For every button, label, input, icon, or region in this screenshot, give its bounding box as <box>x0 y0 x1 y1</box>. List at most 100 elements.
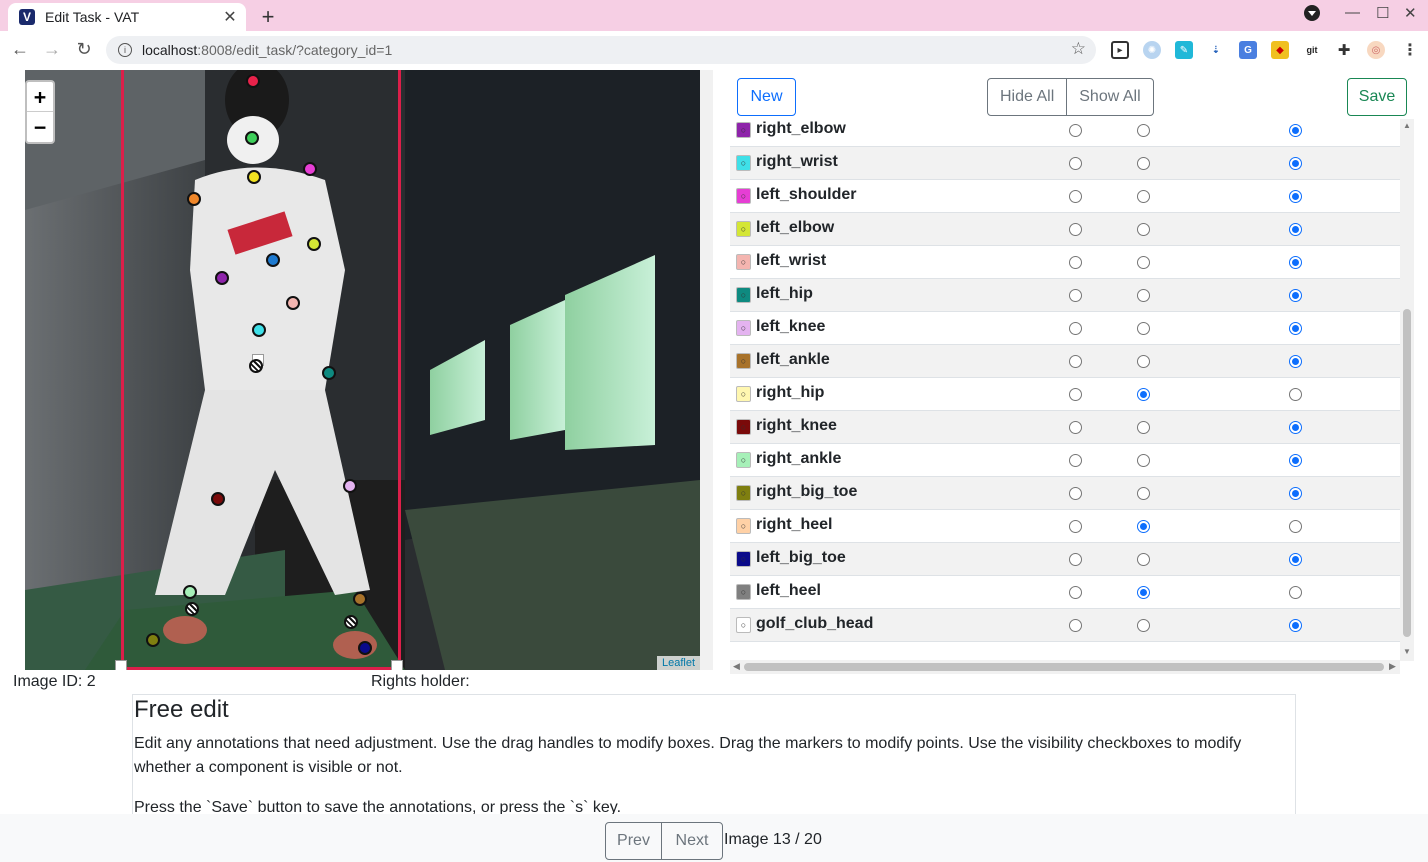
show-all-button[interactable]: Show All <box>1067 79 1152 115</box>
keypoint-left-hip[interactable] <box>322 366 336 380</box>
visibility-radio-visible[interactable] <box>1289 190 1302 203</box>
visibility-radio-visible[interactable] <box>1289 454 1302 467</box>
visibility-radio-not-labeled[interactable] <box>1069 421 1082 434</box>
keypoint-left-ankle[interactable] <box>353 592 367 606</box>
visibility-radio-occluded[interactable] <box>1137 190 1150 203</box>
visibility-radio-visible[interactable] <box>1289 256 1302 269</box>
zoom-in-button[interactable]: + <box>27 82 53 112</box>
scroll-down-arrow-icon[interactable]: ▼ <box>1403 647 1411 656</box>
visibility-radio-not-labeled[interactable] <box>1069 124 1082 137</box>
back-icon[interactable]: ← <box>9 39 31 60</box>
reload-icon[interactable]: ↻ <box>73 39 95 60</box>
visibility-radio-occluded[interactable] <box>1137 256 1150 269</box>
visibility-radio-occluded[interactable] <box>1137 586 1150 599</box>
visibility-radio-not-labeled[interactable] <box>1069 157 1082 170</box>
visibility-radio-occluded[interactable] <box>1137 223 1150 236</box>
visibility-radio-occluded[interactable] <box>1137 421 1150 434</box>
scrollbar-thumb[interactable] <box>744 663 1384 671</box>
visibility-radio-not-labeled[interactable] <box>1069 223 1082 236</box>
visibility-radio-occluded[interactable] <box>1137 289 1150 302</box>
visibility-radio-occluded[interactable] <box>1137 454 1150 467</box>
map-scrollbar[interactable] <box>700 70 713 670</box>
bookmark-star-icon[interactable]: ☆ <box>1071 39 1086 59</box>
bbox-resize-handle[interactable] <box>391 660 403 670</box>
visibility-radio-not-labeled[interactable] <box>1069 520 1082 533</box>
keypoint-right-elbow[interactable] <box>215 271 229 285</box>
visibility-radio-occluded[interactable] <box>1137 355 1150 368</box>
visibility-radio-visible[interactable] <box>1289 223 1302 236</box>
prev-button[interactable]: Prev <box>606 823 662 859</box>
annotation-map[interactable]: + − Leaflet <box>25 70 700 670</box>
visibility-radio-visible[interactable] <box>1289 553 1302 566</box>
visibility-radio-not-labeled[interactable] <box>1069 619 1082 632</box>
keypoint-right-ankle[interactable] <box>183 585 197 599</box>
keypoint-right-shoulder[interactable] <box>247 170 261 184</box>
keypoint-left-heel[interactable] <box>344 615 358 629</box>
visibility-radio-visible[interactable] <box>1289 124 1302 137</box>
table-vertical-scrollbar[interactable]: ▲ ▼ <box>1400 119 1414 661</box>
extension-shield-icon[interactable]: ◆ <box>1271 41 1289 59</box>
visibility-radio-visible[interactable] <box>1289 586 1302 599</box>
browser-tab[interactable]: V Edit Task - VAT ✕ <box>8 3 246 31</box>
visibility-radio-not-labeled[interactable] <box>1069 553 1082 566</box>
keypoint-left-knee[interactable] <box>343 479 357 493</box>
visibility-radio-visible[interactable] <box>1289 322 1302 335</box>
scrollbar-thumb[interactable] <box>1403 309 1411 637</box>
visibility-radio-visible[interactable] <box>1289 289 1302 302</box>
scroll-right-arrow-icon[interactable]: ▶ <box>1389 661 1396 672</box>
site-info-icon[interactable]: i <box>118 43 132 57</box>
visibility-radio-occluded[interactable] <box>1137 322 1150 335</box>
visibility-radio-visible[interactable] <box>1289 421 1302 434</box>
extension-swirl-icon[interactable]: ✺ <box>1143 41 1161 59</box>
keypoint-chest[interactable] <box>266 253 280 267</box>
bbox-resize-handle[interactable] <box>115 660 127 670</box>
visibility-radio-visible[interactable] <box>1289 388 1302 401</box>
visibility-radio-occluded[interactable] <box>1137 157 1150 170</box>
visibility-radio-occluded[interactable] <box>1137 124 1150 137</box>
visibility-radio-not-labeled[interactable] <box>1069 388 1082 401</box>
visibility-radio-not-labeled[interactable] <box>1069 190 1082 203</box>
visibility-radio-not-labeled[interactable] <box>1069 322 1082 335</box>
minimize-icon[interactable]: — <box>1345 4 1360 21</box>
hide-all-button[interactable]: Hide All <box>988 79 1068 115</box>
save-button[interactable]: Save <box>1347 78 1407 116</box>
keypoint-right-big-toe[interactable] <box>146 633 160 647</box>
visibility-radio-not-labeled[interactable] <box>1069 454 1082 467</box>
gitzip-icon[interactable]: git <box>1303 41 1321 59</box>
new-tab-icon[interactable]: + <box>258 4 278 30</box>
keypoint-left-wrist[interactable] <box>286 296 300 310</box>
keypoint-left-big-toe[interactable] <box>358 641 372 655</box>
table-horizontal-scrollbar[interactable]: ◀ ▶ <box>730 660 1400 674</box>
visibility-radio-not-labeled[interactable] <box>1069 289 1082 302</box>
scroll-left-arrow-icon[interactable]: ◀ <box>733 661 740 672</box>
visibility-radio-not-labeled[interactable] <box>1069 487 1082 500</box>
extensions-puzzle-icon[interactable]: ✚ <box>1335 41 1353 59</box>
visibility-radio-not-labeled[interactable] <box>1069 256 1082 269</box>
maximize-icon[interactable]: ☐ <box>1376 4 1389 22</box>
visibility-radio-visible[interactable] <box>1289 520 1302 533</box>
visibility-radio-not-labeled[interactable] <box>1069 355 1082 368</box>
keypoint-left-elbow[interactable] <box>307 237 321 251</box>
close-tab-icon[interactable]: ✕ <box>222 7 238 27</box>
extension-feather-icon[interactable]: ✎ <box>1175 41 1193 59</box>
translate-icon[interactable]: G <box>1239 41 1257 59</box>
next-button[interactable]: Next <box>662 823 722 859</box>
visibility-radio-occluded[interactable] <box>1137 619 1150 632</box>
keypoint-left-shoulder[interactable] <box>303 162 317 176</box>
new-button[interactable]: New <box>737 78 796 116</box>
visibility-radio-not-labeled[interactable] <box>1069 586 1082 599</box>
scroll-up-arrow-icon[interactable]: ▲ <box>1403 121 1411 130</box>
visibility-radio-visible[interactable] <box>1289 619 1302 632</box>
keypoint-right-wrist[interactable] <box>252 323 266 337</box>
keypoint-left-eye[interactable] <box>245 131 259 145</box>
profile-avatar-icon[interactable]: ◎ <box>1367 41 1385 59</box>
browser-menu-icon[interactable]: ⋮ <box>1401 41 1419 59</box>
visibility-radio-visible[interactable] <box>1289 355 1302 368</box>
keypoint-neck[interactable] <box>187 192 201 206</box>
keypoint-right-heel[interactable] <box>185 602 199 616</box>
keypoint-nose[interactable] <box>246 74 260 88</box>
zoom-out-button[interactable]: − <box>27 112 53 142</box>
reading-mode-icon[interactable]: ▸ <box>1111 41 1129 59</box>
visibility-radio-visible[interactable] <box>1289 157 1302 170</box>
forward-icon[interactable]: → <box>41 39 63 60</box>
